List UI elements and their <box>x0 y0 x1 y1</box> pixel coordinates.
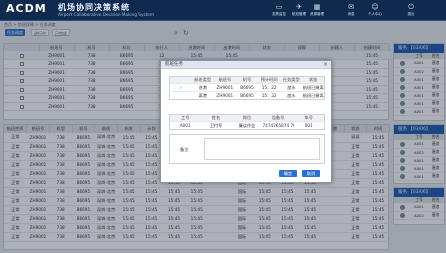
message-nav[interactable]: ✉ 消息 <box>340 3 362 17</box>
nav-label: 态势监控 <box>272 12 286 16</box>
table-cell: B6695 <box>235 91 259 100</box>
app-logo: ACDM <box>6 2 47 15</box>
table-row[interactable]: A001 卫付军 廉谈作业 7474365874 76 001 <box>169 121 325 130</box>
app-subtitle: Airport Collaborative Decision Making Sy… <box>58 12 154 17</box>
table-cell: ZH9001 <box>213 83 236 92</box>
table-cell: A001 <box>169 121 201 130</box>
nav-label: 资源管理 <box>310 12 324 16</box>
confirm-button[interactable]: 确定 <box>279 170 297 177</box>
table-cell: 001 <box>293 121 325 130</box>
table-cell: 进港 <box>191 83 214 92</box>
nav-label: 退出 <box>407 12 415 16</box>
table-cell: 7474365874 76 <box>262 121 294 130</box>
remark-textarea[interactable] <box>204 138 320 160</box>
user-icon: ☺ <box>371 3 379 11</box>
app-header: ACDM 机场协同决策系统 Airport Collaborative Deci… <box>0 0 446 21</box>
nav-label: 个人中心 <box>368 12 382 16</box>
user-nav[interactable]: ☺ 个人中心 <box>364 3 386 17</box>
column-header: 机号 <box>235 76 259 84</box>
table-row[interactable]: ✓ 进港 ZH9001 B6695 15：22 加水 航班已撤离 <box>169 83 325 92</box>
table-cell: 加水 <box>280 91 303 100</box>
table-cell: ✓ <box>169 83 192 92</box>
logout-icon: ⏻ <box>408 3 414 11</box>
flight-task-dialog: 航班任务 × 航班类型 航班号 机号 预计时间 任务类型 状态 ✓ 进港 ZH9001 B6695… <box>160 60 332 183</box>
column-header: 航班号 <box>213 76 236 84</box>
column-header: 岗位 <box>231 114 263 122</box>
table-cell: 加水 <box>280 83 303 92</box>
table-row[interactable]: 离港 ZH9001 B6695 15：22 加水 航班已撤离 <box>169 91 325 100</box>
column-header: 姓名 <box>200 114 232 122</box>
table-cell <box>169 91 192 100</box>
monitor-icon: ▭ <box>275 3 283 11</box>
message-icon: ✉ <box>348 3 354 11</box>
cancel-button[interactable]: 取消 <box>302 170 320 177</box>
dialog-title: 航班任务 <box>161 61 331 69</box>
logout-nav[interactable]: ⏻ 退出 <box>400 3 422 17</box>
column-header: 预计时间 <box>258 76 281 84</box>
column-header: 航班类型 <box>191 76 214 84</box>
column-header: 工号 <box>169 114 201 122</box>
resource-nav[interactable]: ▦ 资源管理 <box>306 3 328 17</box>
table-cell: 15：22 <box>258 91 281 100</box>
table-cell: 离港 <box>191 91 214 100</box>
table-cell: ZH9001 <box>213 91 236 100</box>
table-cell: B6695 <box>235 83 259 92</box>
column-header: 状态 <box>302 76 325 84</box>
table-cell: 15：22 <box>258 83 281 92</box>
monitor-nav[interactable]: ▭ 态势监控 <box>268 3 290 17</box>
column-header: 设备号 <box>262 114 294 122</box>
table-cell: 航班已撤离 <box>302 91 325 100</box>
column-header: 车号 <box>293 114 325 122</box>
table-cell: 航班已撤离 <box>302 83 325 92</box>
remark-section: 备注 <box>169 134 325 164</box>
close-icon[interactable]: × <box>323 61 328 69</box>
column-header <box>169 76 192 84</box>
table-cell: 卫付军 <box>200 121 232 130</box>
column-header: 任务类型 <box>280 76 303 84</box>
table-cell: 廉谈作业 <box>231 121 263 130</box>
dialog-flight-table: 航班类型 航班号 机号 预计时间 任务类型 状态 ✓ 进港 ZH9001 B6695 15：22 加水… <box>169 76 325 100</box>
remark-label: 备注 <box>180 147 189 152</box>
resource-icon: ▦ <box>313 3 321 11</box>
dialog-staff-table: 工号 姓名 岗位 设备号 车号 A001 卫付军 廉谈作业 7474365874 76 001 <box>169 114 325 130</box>
nav-label: 消息 <box>347 12 355 16</box>
